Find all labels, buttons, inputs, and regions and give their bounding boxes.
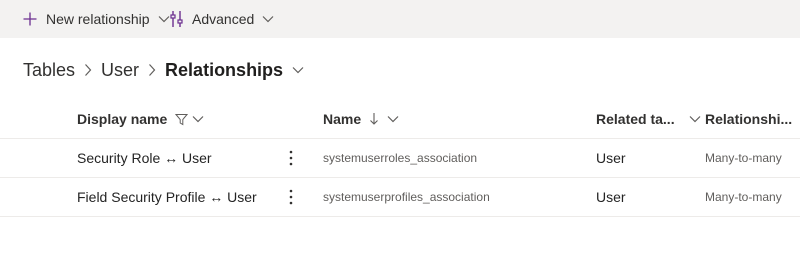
command-bar: New relationship Advanced xyxy=(0,0,800,38)
column-header-label: Display name xyxy=(77,111,168,127)
column-header-label: Related ta... xyxy=(596,111,675,127)
chevron-down-icon[interactable] xyxy=(292,66,304,74)
schema-name: systemuserroles_association xyxy=(323,151,478,165)
grid-header: Display name Name Related ta... Relation… xyxy=(0,100,800,139)
column-header-name[interactable]: Name xyxy=(323,100,399,138)
column-header-label: Name xyxy=(323,111,362,127)
breadcrumb: Tables User Relationships xyxy=(23,58,304,82)
filter-icon xyxy=(175,113,189,126)
chevron-right-icon xyxy=(84,63,92,77)
tools-icon xyxy=(170,10,184,28)
chevron-down-icon xyxy=(192,115,204,123)
more-options-icon[interactable] xyxy=(285,139,297,177)
sort-descending-icon xyxy=(369,112,379,126)
table-row[interactable]: Field Security Profile ↔ User systemuser… xyxy=(0,178,800,217)
more-options-icon[interactable] xyxy=(285,178,297,216)
advanced-label: Advanced xyxy=(192,11,255,27)
advanced-button[interactable]: Advanced xyxy=(170,0,274,38)
relationship-type: Many-to-many xyxy=(705,190,782,204)
chevron-right-icon xyxy=(148,63,156,77)
new-relationship-label: New relationship xyxy=(46,11,150,27)
related-table: User xyxy=(596,150,626,166)
display-name-link[interactable]: Field Security Profile ↔ User xyxy=(77,178,257,216)
related-table: User xyxy=(596,189,626,205)
plus-icon xyxy=(22,11,38,27)
breadcrumb-item-tables[interactable]: Tables xyxy=(23,60,75,81)
column-header-related-table[interactable]: Related ta... xyxy=(596,100,701,138)
chevron-down-icon xyxy=(689,115,701,123)
column-header-display-name[interactable]: Display name xyxy=(77,100,204,138)
breadcrumb-current: Relationships xyxy=(165,59,284,80)
schema-name: systemuserprofiles_association xyxy=(323,190,490,204)
column-header-relationship-type[interactable]: Relationshi... xyxy=(705,100,800,138)
relationship-type: Many-to-many xyxy=(705,151,782,165)
chevron-down-icon[interactable] xyxy=(262,15,274,23)
column-header-label: Relationshi... xyxy=(705,111,793,127)
new-relationship-button[interactable]: New relationship xyxy=(22,0,170,38)
breadcrumb-item-user[interactable]: User xyxy=(101,60,139,81)
table-row[interactable]: Security Role ↔ User systemuserroles_ass… xyxy=(0,139,800,178)
chevron-down-icon xyxy=(387,115,399,123)
display-name-link[interactable]: Security Role ↔ User xyxy=(77,139,212,177)
chevron-down-icon[interactable] xyxy=(158,15,170,23)
